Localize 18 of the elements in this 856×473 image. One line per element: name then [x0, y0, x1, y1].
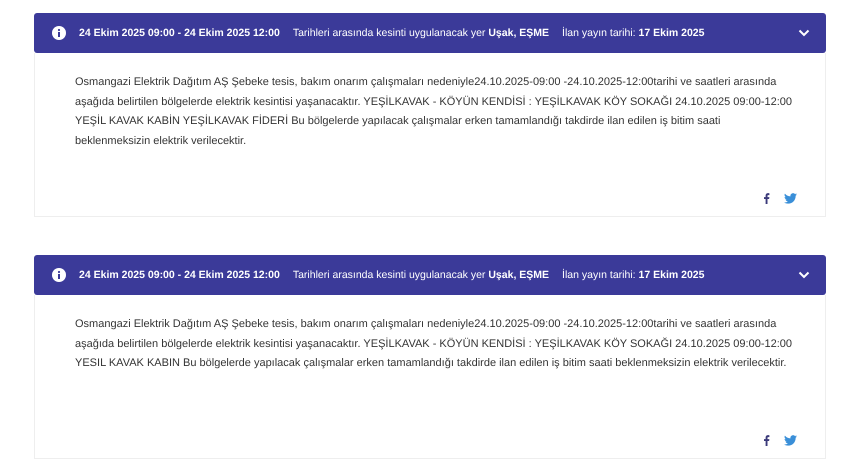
notice-text: Osmangazi Elektrik Dağıtım AŞ Şebeke tesis, bakım onarım çalışmaları nedeniyle24.10.2025-09:00 -24.10.2025-12:00tarihi ve saatleri arasında aşağıda belirtilen bölgelerde elektrik kesintisi yaşanacaktır. YEŞİLKAVAK - KÖYÜN KENDİSİ : YEŞİLKAVAK KÖY SOKAĞI 24.10.2025 09:00-12:00 YEŞİL KAVAK KABİN YEŞİLKAVAK FİDERİ Bu bölgelerde yapılacak çalışmalar erken tamamlandığı takdirde ilan edilen iş bitim saati beklenmeksizin elektrik verilecektir.: [75, 75, 794, 148]
location-text: Tarihleri arasında kesinti uygulanacak yer Uşak, EŞME: [292, 269, 550, 281]
publish-date-text: İlan yayın tarihi: 17 Ekim 2025: [562, 269, 704, 281]
notice-header[interactable]: 24 Ekim 2025 09:00 - 24 Ekim 2025 12:00 Tarihleri arasında kesinti uygulanacak yer Uşak, EŞME İlan yayın tarihi: 17 Ekim 2025: [34, 13, 826, 53]
publish-date-text: İlan yayın tarihi: 17 Ekim 2025: [562, 27, 704, 39]
info-icon: [52, 26, 66, 40]
chevron-down-icon[interactable]: [798, 27, 810, 39]
date-range: 24 Ekim 2025 09:00 - 24 Ekim 2025 12:00: [79, 27, 280, 39]
location-text: Tarihleri arasında kesinti uygulanacak yer Uşak, EŞME: [292, 27, 550, 39]
facebook-icon[interactable]: [763, 193, 770, 204]
date-range: 24 Ekim 2025 09:00 - 24 Ekim 2025 12:00: [79, 269, 280, 281]
chevron-down-icon[interactable]: [798, 269, 810, 281]
twitter-icon[interactable]: [784, 435, 797, 446]
notice-header[interactable]: 24 Ekim 2025 09:00 - 24 Ekim 2025 12:00 Tarihleri arasında kesinti uygulanacak yer Uşak, EŞME İlan yayın tarihi: 17 Ekim 2025: [34, 255, 826, 295]
twitter-icon[interactable]: [784, 193, 797, 204]
notice-text: Osmangazi Elektrik Dağıtım AŞ Şebeke tesis, bakım onarım çalışmaları nedeniyle24.10.2025-09:00 -24.10.2025-12:00tarihi ve saatleri arasında aşağıda belirtilen bölgelerde elektrik kesintisi yaşanacaktır. YEŞİLKAVAK - KÖYÜN KENDİSİ : YEŞİLKAVAK KÖY SOKAĞI 24.10.2025 09:00-12:00 YESIL KAVAK KABIN Bu bölgelerde yapılacak çalışmalar erken tamamlandığı takdirde ilan edilen iş bitim saati beklenmeksizin elektrik verilecektir.: [75, 317, 794, 371]
facebook-icon[interactable]: [763, 435, 770, 446]
info-icon: [52, 268, 66, 282]
